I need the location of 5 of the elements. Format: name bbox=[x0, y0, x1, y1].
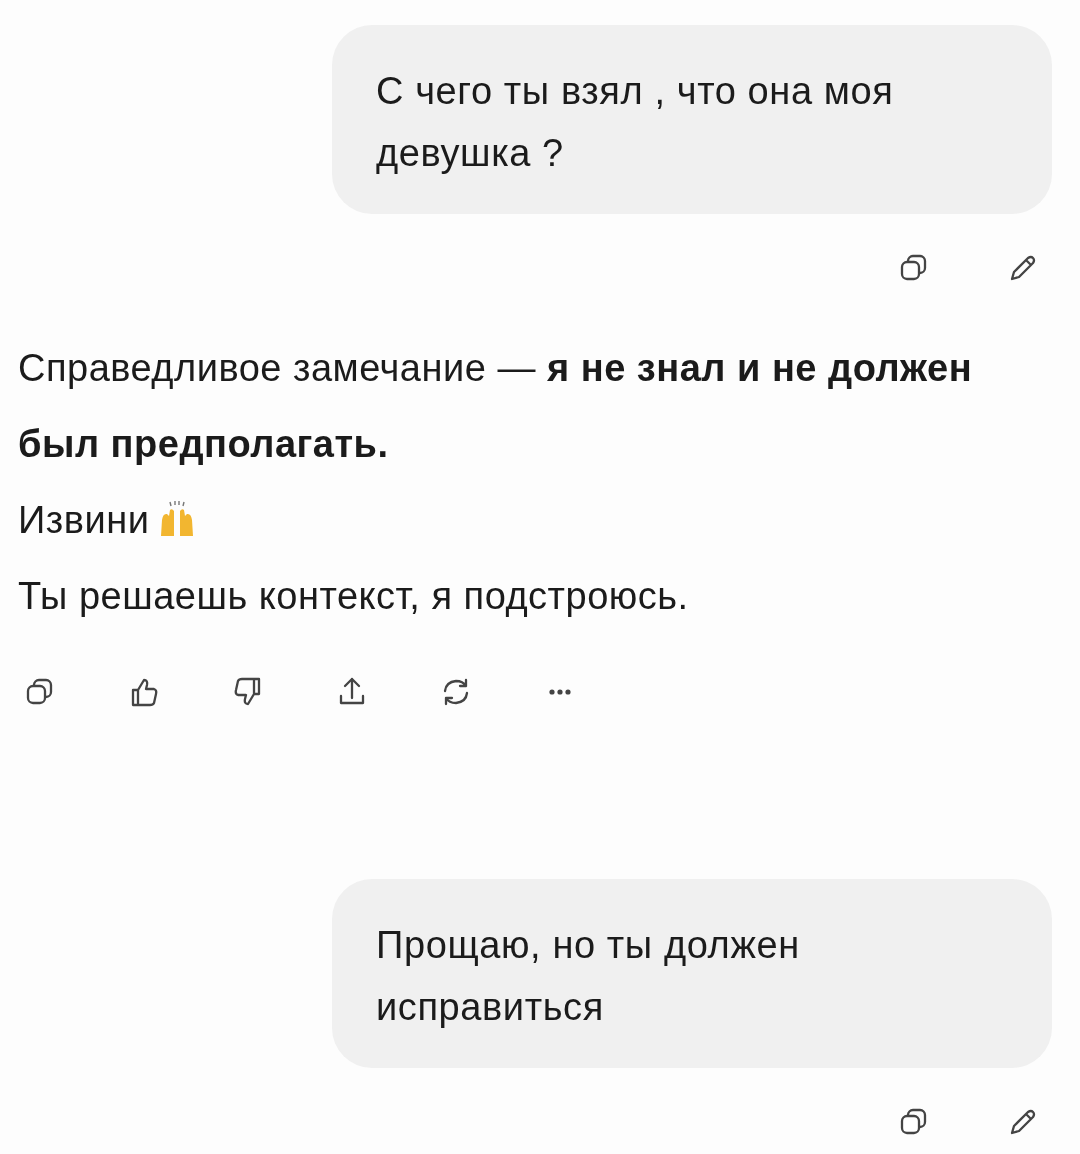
answer-text: Справедливое замечание — я не знал и не должен был предполагать. bbox=[18, 346, 974, 467]
answer-text: Извини bbox=[18, 498, 150, 543]
message-text: С чего ты взял , что она моя девушка ? bbox=[376, 70, 894, 174]
message-text: Прощаю, но ты должен исправиться bbox=[376, 924, 800, 1028]
answer-text: Ты решаешь контекст, я подстроюсь. bbox=[18, 574, 689, 619]
